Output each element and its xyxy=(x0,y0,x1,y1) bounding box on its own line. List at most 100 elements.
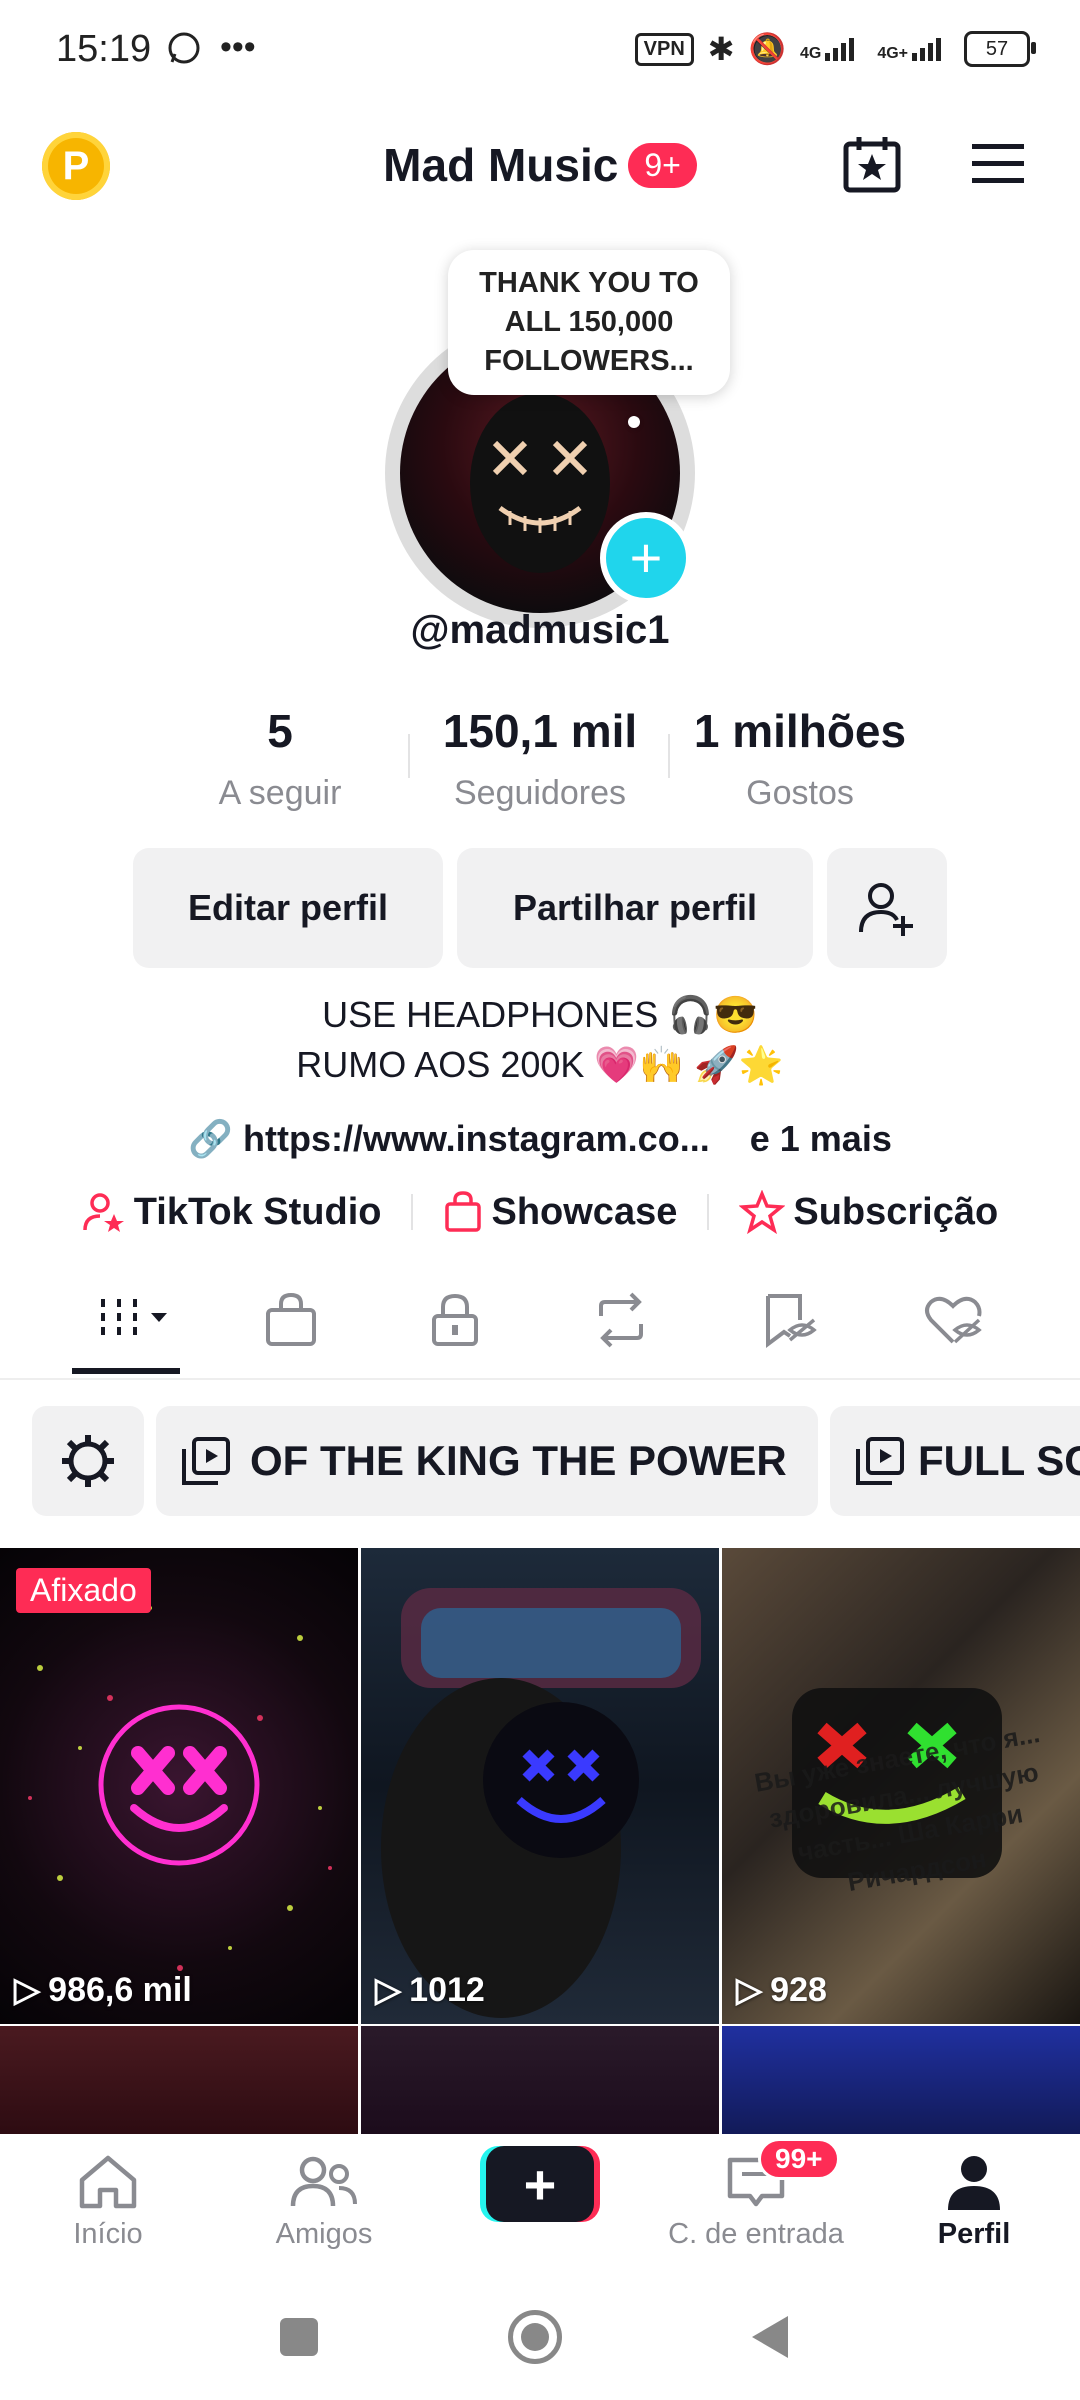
system-nav-bar xyxy=(0,2274,1080,2400)
home-button[interactable] xyxy=(508,2310,562,2364)
signal-4g-icon: 4G xyxy=(800,35,863,63)
stat-likes[interactable]: 1 milhões Gostos xyxy=(670,704,930,813)
video-thumbnail[interactable]: ▷ 1012 xyxy=(361,1548,719,2024)
nav-label: C. de entrada xyxy=(668,2218,844,2250)
back-icon[interactable] xyxy=(750,2314,790,2365)
stat-label: Gostos xyxy=(746,774,854,812)
battery-icon: 57 xyxy=(964,31,1036,67)
mute-icon: 🔕 xyxy=(748,32,786,66)
video-thumbnail[interactable] xyxy=(361,2026,719,2146)
video-thumbnail[interactable]: Вы уже знаете, что я... здоровила... луч… xyxy=(722,1548,1080,2024)
divider xyxy=(411,1194,414,1230)
signal-4g-plus-icon: 4G+ xyxy=(877,35,950,63)
share-profile-button[interactable]: Partilhar perfil xyxy=(457,848,813,968)
play-icon: ▷ xyxy=(736,1971,763,2009)
stat-value: 150,1 mil xyxy=(442,705,638,757)
showcase-link[interactable]: Showcase xyxy=(443,1190,677,1234)
stat-label: A seguir xyxy=(218,774,342,812)
profile-icon xyxy=(948,2156,1000,2210)
status-bar: 15:19 ••• VPN ✱ 🔕 4G 4G+ 57 xyxy=(0,0,1080,100)
status-icons: VPN ✱ 🔕 4G 4G+ 57 xyxy=(634,30,1036,68)
tab-liked[interactable] xyxy=(918,1290,988,1350)
playlist-settings-button[interactable] xyxy=(32,1406,144,1516)
inbox-badge: 99+ xyxy=(758,2138,840,2180)
view-count: ▷ 928 xyxy=(736,1970,827,2010)
profile-header: Mad Music 9+ xyxy=(0,138,1080,192)
link-url[interactable]: https://www.instagram.co... xyxy=(243,1118,710,1159)
subscription-label: Subscrição xyxy=(793,1190,999,1233)
video-thumbnail[interactable] xyxy=(0,2026,358,2146)
active-tab-indicator xyxy=(72,1368,180,1374)
tiktok-studio-link[interactable]: TikTok Studio xyxy=(82,1190,382,1234)
view-count: ▷ 986,6 mil xyxy=(14,1970,192,2010)
profile-name[interactable]: Mad Music xyxy=(383,138,618,192)
nav-label: Perfil xyxy=(937,2218,1011,2250)
tab-favorites[interactable] xyxy=(754,1290,824,1350)
recents-icon[interactable] xyxy=(280,2318,318,2356)
divider xyxy=(707,1194,710,1230)
tab-reposts[interactable] xyxy=(586,1290,656,1350)
studio-person-icon xyxy=(83,1193,124,1232)
create-button[interactable]: + xyxy=(480,2146,600,2222)
link-icon: 🔗 xyxy=(188,1118,233,1159)
stat-label: Seguidores xyxy=(453,774,626,812)
add-user-icon xyxy=(859,883,913,936)
video-thumbnail[interactable]: Afixado ▷ 986,6 mil xyxy=(0,1548,358,2024)
playlist-label: OF THE KING THE POWER xyxy=(250,1437,787,1484)
repost-icon xyxy=(599,1292,643,1348)
gear-icon xyxy=(62,1435,114,1487)
clock: 15:19 xyxy=(56,28,152,70)
note-bubble[interactable]: THANK YOU TO ALL 150,000 FOLLOWERS... xyxy=(448,250,730,395)
showcase-label: Showcase xyxy=(491,1190,678,1233)
playlist-label: FULL SC xyxy=(918,1437,1080,1484)
tab-private[interactable] xyxy=(420,1290,490,1350)
menu-icon[interactable] xyxy=(970,142,1026,186)
friends-icon xyxy=(290,2156,357,2207)
notification-badge: 9+ xyxy=(628,142,697,188)
edit-profile-button[interactable]: Editar perfil xyxy=(133,848,443,968)
playlist-chip[interactable]: FULL SC xyxy=(830,1406,1080,1516)
stat-following[interactable]: 5 A seguir xyxy=(150,704,410,813)
nav-label: Amigos xyxy=(275,2218,373,2250)
add-friend-button[interactable] xyxy=(827,848,947,968)
subscription-link[interactable]: Subscrição xyxy=(739,1190,998,1234)
studio-label: TikTok Studio xyxy=(133,1190,382,1233)
pinned-badge: Afixado xyxy=(16,1568,151,1613)
add-story-button[interactable]: + xyxy=(600,512,692,604)
whatsapp-icon xyxy=(166,30,202,71)
bag-icon xyxy=(266,1292,316,1346)
calendar-star-icon[interactable] xyxy=(842,134,902,194)
bottom-nav: Início Amigos + C. de entrada 99+ Perfil xyxy=(0,2134,1080,2274)
plus-icon: + xyxy=(486,2146,594,2222)
playlist-icon xyxy=(856,1437,904,1485)
bubble-tail xyxy=(628,416,640,428)
stat-value: 1 milhões xyxy=(693,705,907,757)
video-thumbnail[interactable] xyxy=(722,2026,1080,2146)
tab-shop[interactable] xyxy=(256,1290,326,1350)
profile-shortcuts: TikTok Studio Showcase Subscrição xyxy=(0,1190,1080,1234)
tab-videos[interactable] xyxy=(92,1290,182,1350)
link-more[interactable]: e 1 mais xyxy=(750,1118,892,1159)
nav-home[interactable]: Início xyxy=(8,2152,208,2251)
bio-link[interactable]: 🔗 https://www.instagram.co... e 1 mais xyxy=(0,1118,1080,1160)
bio: USE HEADPHONES 🎧😎 RUMO AOS 200K 💗🙌 🚀🌟 xyxy=(0,990,1080,1090)
neon-smiley-image xyxy=(28,1606,332,1971)
playlist-chip[interactable]: OF THE KING THE POWER xyxy=(156,1406,818,1516)
heart-hidden-icon xyxy=(925,1296,982,1344)
home-icon xyxy=(79,2155,137,2209)
vpn-icon: VPN xyxy=(634,32,694,66)
play-icon: ▷ xyxy=(375,1971,402,2009)
shopping-bag-icon xyxy=(445,1191,482,1232)
nav-friends[interactable]: Amigos xyxy=(224,2152,424,2251)
cyber-mask-image xyxy=(381,1588,701,2018)
grid-icon xyxy=(101,1299,167,1335)
more-dots-icon: ••• xyxy=(220,28,256,66)
stat-followers[interactable]: 150,1 mil Seguidores xyxy=(410,704,670,813)
bio-line-2: RUMO AOS 200K 💗🙌 🚀🌟 xyxy=(296,1044,784,1085)
content-tabs xyxy=(0,1270,1080,1380)
view-count: ▷ 1012 xyxy=(375,1970,485,2010)
stat-value: 5 xyxy=(267,705,293,757)
nav-profile[interactable]: Perfil xyxy=(874,2152,1074,2251)
subscription-star-icon xyxy=(739,1190,786,1234)
nav-inbox[interactable]: C. de entrada 99+ xyxy=(656,2138,856,2251)
